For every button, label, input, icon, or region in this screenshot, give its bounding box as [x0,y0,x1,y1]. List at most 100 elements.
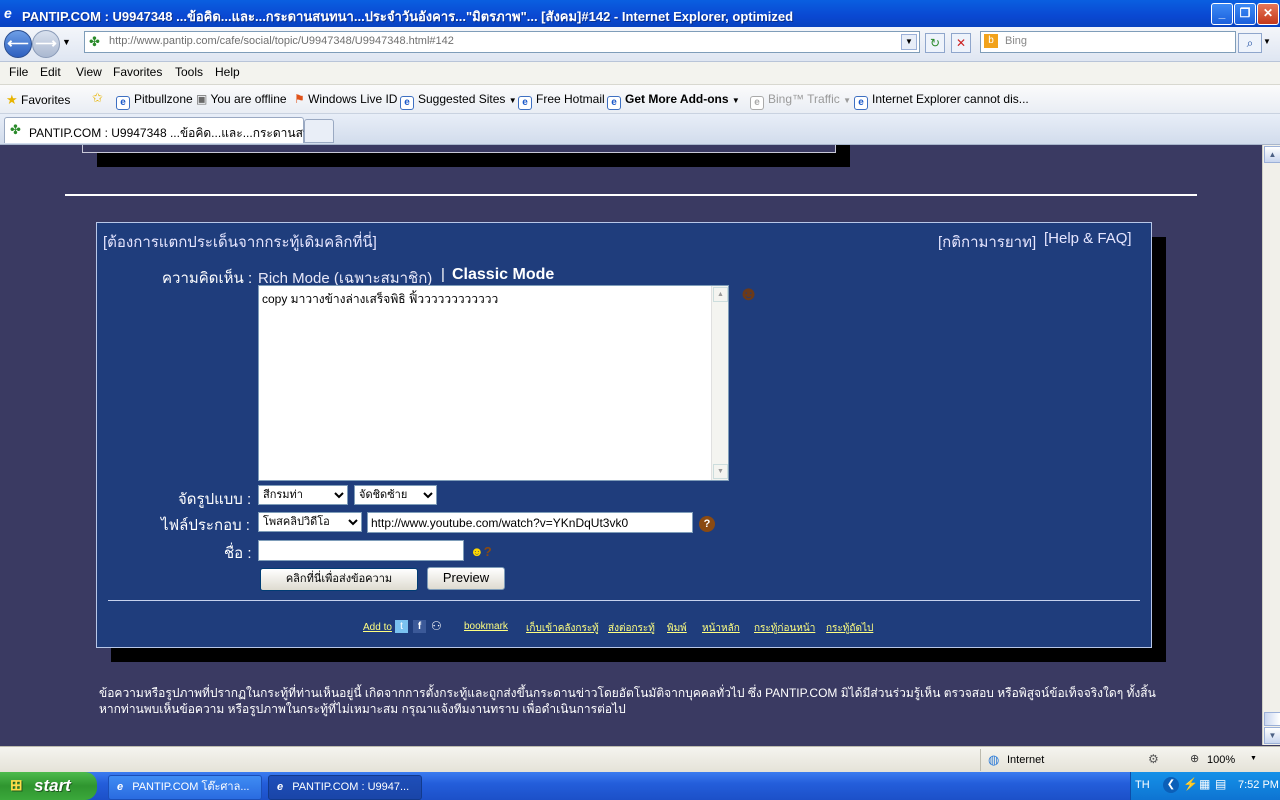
align-select[interactable]: จัดชิดซ้าย [354,485,437,505]
star-icon: ★ [6,92,18,107]
facebook-icon[interactable]: f [413,620,426,633]
search-options-icon[interactable]: ▼ [1263,37,1271,46]
name-field[interactable] [258,540,464,561]
search-input[interactable]: b Bing [980,31,1236,53]
scroll-down-icon[interactable]: ▼ [1264,727,1280,744]
tab-active-label: PANTIP.COM : U9947348 ...ข้อคิด...และ...… [29,126,322,140]
fav-offline[interactable]: ▣ You are offline [196,92,287,106]
start-button[interactable]: ⊞ start [0,772,97,800]
save-topic-link[interactable]: เก็บเข้าคลังกระทู้ [526,621,599,636]
attach-url-text: http://www.youtube.com/watch?v=YKnDqUt3v… [371,516,629,530]
forward-button[interactable]: ⟶ [32,30,60,58]
forward-topic-link[interactable]: ส่งต่อกระทู้ [608,621,655,636]
bookmark-link[interactable]: bookmark [464,621,508,632]
title-bar: e PANTIP.COM : U9947348 ...ข้อคิด...และ.… [0,0,1280,27]
volume-icon[interactable]: ▤ [1215,777,1226,791]
back-button[interactable]: ⟵ [4,30,32,58]
ie-page-icon: e [607,96,621,110]
fav-bing-traffic[interactable]: e Bing™ Traffic ▼ [750,92,851,110]
address-field[interactable]: ✤ http://www.pantip.com/cafe/social/topi… [84,31,920,53]
menu-help[interactable]: Help [215,65,240,79]
status-bar: ◍ Internet ⚙ ⊕ 100% ▼ [0,746,1280,773]
stop-icon[interactable]: ✕ [951,33,971,53]
fav-pitbullzone[interactable]: e Pitbullzone [116,92,193,110]
scroll-up-icon[interactable]: ▲ [713,287,728,302]
rules-link[interactable]: [กติกามารยาท] [938,230,1036,254]
attach-type-select[interactable]: โพสคลิปวิดีโอ [258,512,362,532]
scroll-down-icon[interactable]: ▼ [713,464,728,479]
ie-page-icon: e [400,96,414,110]
preview-button[interactable]: Preview [427,567,505,590]
favorites-bar: ★ Favorites ✩ e Pitbullzone ▣ You are off… [0,85,1280,114]
fav-get-more-addons[interactable]: e Get More Add-ons ▼ [607,92,740,110]
protected-mode-icon[interactable]: ⚙ [1148,752,1159,766]
emoticon-icon[interactable]: ☻ [738,283,759,306]
next-topic-link[interactable]: กระทู้ถัดไป [826,621,873,636]
previous-box [82,145,836,153]
task-item-1[interactable]: e PANTIP.COM โต๊ะศาล... [108,775,262,800]
menu-favorites[interactable]: Favorites [113,65,162,79]
system-tray: TH ❮ ⚡ ▦ ▤ 7:52 PM [1130,772,1280,800]
footer-divider [108,600,1140,601]
windows-flag-icon: ⚑ [294,92,305,106]
task-item-2-active[interactable]: e PANTIP.COM : U9947... [268,775,422,800]
tab-bar: ✤ PANTIP.COM : U9947348 ...ข้อคิด...และ.… [0,114,1280,145]
add-to-link[interactable]: Add to [363,622,392,633]
history-dropdown-icon[interactable]: ▼ [62,37,71,47]
textarea-scrollbar[interactable]: ▲ ▼ [711,286,728,480]
smiley-help-icon[interactable]: ☻? [470,544,498,560]
offline-icon: ▣ [196,92,208,106]
connection-icon[interactable]: ▦ [1199,777,1210,791]
ie-logo-icon: e [117,781,124,793]
menu-edit[interactable]: Edit [40,65,61,79]
add-favorite-icon[interactable]: ✩ [92,90,103,106]
favorites-button[interactable]: ★ Favorites [6,92,70,108]
twitter-icon[interactable]: t [395,620,408,633]
url-text: http://www.pantip.com/cafe/social/topic/… [109,35,454,47]
fav-suggested-sites[interactable]: e Suggested Sites ▼ [400,92,517,110]
refresh-icon[interactable]: ↻ [925,33,945,53]
ie-page-icon: e [750,96,764,110]
previous-topic-link[interactable]: กระทู้ก่อนหน้า [754,621,815,636]
page-scrollbar[interactable]: ▲ ▼ [1262,145,1280,745]
color-select[interactable]: สีกรมท่า [258,485,348,505]
site-favicon-icon: ✤ [89,34,100,49]
social-share-icon[interactable]: ⚇ [431,619,442,633]
language-indicator[interactable]: TH [1135,779,1150,791]
network-icon[interactable]: ⚡ [1183,777,1198,791]
zoom-icon[interactable]: ⊕ [1190,752,1199,765]
zoom-dropdown-icon[interactable]: ▼ [1250,755,1257,762]
search-icon[interactable]: ⌕ [1238,33,1262,53]
help-faq-link[interactable]: [Help & FAQ] [1044,230,1132,247]
menu-view[interactable]: View [76,65,102,79]
minimize-button[interactable]: _ [1211,3,1233,25]
ie-page-icon: e [854,96,868,110]
fav-free-hotmail[interactable]: e Free Hotmail [518,92,605,110]
classic-mode-label: Classic Mode [452,266,555,283]
menu-tools[interactable]: Tools [175,65,203,79]
menu-file[interactable]: File [9,65,28,79]
ie-logo-icon: e [4,5,12,21]
fav-windows-live[interactable]: ⚑ Windows Live ID [294,92,397,106]
scroll-up-icon[interactable]: ▲ [1264,146,1280,163]
tab-active[interactable]: ✤ PANTIP.COM : U9947348 ...ข้อคิด...และ.… [4,117,321,143]
comment-textarea[interactable]: copy มาวางข้างล่างเสร็จพิธิ ฟิ้ววววววววว… [258,285,729,481]
fav-ie-cannot-display[interactable]: e Internet Explorer cannot dis... [854,92,1029,110]
new-tab-button[interactable] [304,119,334,143]
attach-url-field[interactable]: http://www.youtube.com/watch?v=YKnDqUt3v… [367,512,693,533]
scroll-thumb[interactable] [1264,712,1280,726]
home-link[interactable]: หน้าหลัก [702,621,740,636]
globe-icon: ◍ [988,752,1000,767]
search-placeholder: Bing [1005,35,1028,47]
address-dropdown-icon[interactable]: ▼ [901,34,917,50]
menu-bar: File Edit View Favorites Tools Help [0,62,1280,85]
print-link[interactable]: พิมพ์ [667,621,687,636]
help-icon[interactable]: ? [699,516,715,532]
close-button[interactable]: ✕ [1257,3,1279,25]
tray-arrow-icon[interactable]: ❮ [1163,777,1179,793]
clock[interactable]: 7:52 PM [1238,779,1279,791]
submit-button[interactable]: คลิกที่นี่เพื่อส่งข้อความ [260,568,418,591]
zoom-level[interactable]: 100% [1207,754,1235,766]
restore-button[interactable]: ❐ [1234,3,1256,25]
split-topic-link[interactable]: [ต้องการแตกประเด็นจากกระทู้เดิมคลิกที่นี… [103,230,377,254]
